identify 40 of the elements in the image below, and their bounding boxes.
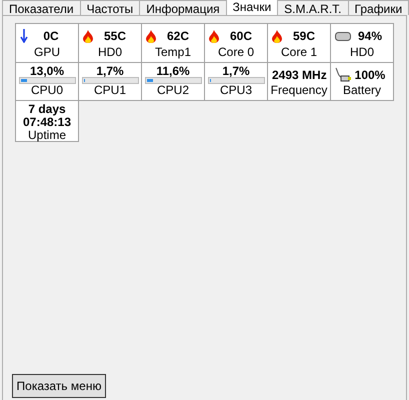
tile-value: 62C xyxy=(166,29,190,43)
tile-label: CPU3 xyxy=(220,84,252,99)
tile-label: HD0 xyxy=(98,46,122,61)
tile-value: 13,0% xyxy=(30,63,64,77)
tile-value: 11,6% xyxy=(156,63,190,77)
tile-value: 94% xyxy=(356,29,384,43)
tile-label: Temp1 xyxy=(154,46,192,61)
tab[interactable]: Значки xyxy=(226,0,278,15)
tile-value: 1,7% xyxy=(222,63,250,77)
flame-icon xyxy=(83,30,93,42)
power-plug-icon xyxy=(335,67,351,83)
show-menu-button[interactable]: Показать меню xyxy=(12,374,106,398)
tile-label: GPU xyxy=(34,46,60,61)
tab[interactable]: Информация xyxy=(139,0,227,15)
tile-label: HD0 xyxy=(350,46,374,61)
tile-value: 100% xyxy=(354,68,386,82)
tile-value: 0C xyxy=(42,29,60,43)
tile-label: Core 1 xyxy=(280,46,318,61)
tile-value: 2493 MHz xyxy=(272,68,327,82)
tile-value: 60C xyxy=(228,29,253,43)
tab[interactable]: S.M.A.R.T. xyxy=(277,0,349,15)
down-arrow-icon xyxy=(20,29,28,43)
tile-value: 59C xyxy=(292,29,316,43)
tile-label: Battery xyxy=(342,84,381,99)
tile-value: 1,7% xyxy=(96,63,124,77)
tile-label: Uptime xyxy=(28,129,66,143)
flame-icon xyxy=(209,30,219,42)
tile-label: CPU2 xyxy=(156,84,189,99)
tile-label: Frequency xyxy=(270,84,328,99)
tile-label: CPU1 xyxy=(94,84,126,99)
tab[interactable]: Показатели xyxy=(2,0,81,15)
disk-drive-icon xyxy=(335,32,351,40)
tile-label: CPU0 xyxy=(30,84,63,99)
tile-label: Core 0 xyxy=(218,46,254,61)
tile-value: 55C xyxy=(102,29,127,43)
tab[interactable]: Частоты xyxy=(80,0,140,15)
flame-icon xyxy=(272,30,282,42)
flame-icon xyxy=(146,30,156,42)
uptime-value: 7 days 07:48:13 xyxy=(22,101,72,129)
tab[interactable]: Графики xyxy=(348,0,409,15)
